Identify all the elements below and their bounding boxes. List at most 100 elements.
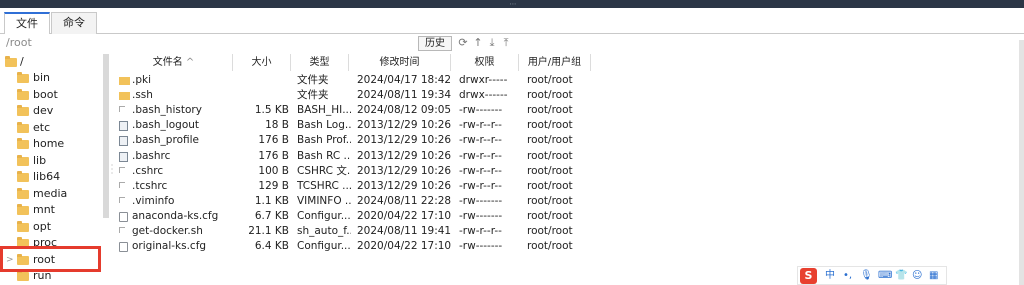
file-name: .bashrc bbox=[132, 149, 171, 162]
column-header-size[interactable]: 大小 bbox=[233, 54, 291, 71]
file-size: 1.5 KB bbox=[254, 104, 289, 117]
file-owner: root/root bbox=[527, 225, 573, 237]
column-header-permissions[interactable]: 权限 bbox=[451, 54, 519, 71]
file-name: anaconda-ks.cfg bbox=[132, 209, 219, 222]
shirt-skin-icon[interactable]: 👕 bbox=[895, 269, 907, 283]
file-row[interactable]: .bash_logout 18 B Bash Log... 2013/12/29 10… bbox=[115, 118, 595, 133]
tab-files[interactable]: 文件 bbox=[4, 12, 50, 35]
tree-item-home[interactable]: home bbox=[0, 136, 103, 152]
file-row[interactable]: .pki 文件夹 2024/04/17 18:42 drwxr----- root/ro… bbox=[115, 73, 595, 88]
column-header-name[interactable]: 文件名 ^ bbox=[115, 54, 233, 71]
tab-bar: 文件 命令 bbox=[0, 8, 1024, 35]
file-size: 176 B bbox=[258, 149, 289, 162]
file-row[interactable]: .ssh 文件夹 2024/08/11 19:34 drwx------ root/ro… bbox=[115, 88, 595, 103]
file-permissions: -rw-r--r-- bbox=[459, 119, 502, 132]
grip-icon[interactable]: ⋯ bbox=[508, 1, 518, 8]
file-mtime: 2013/12/29 10:26 bbox=[357, 179, 452, 192]
tree-item-label: mnt bbox=[33, 203, 55, 216]
tab-commands[interactable]: 命令 bbox=[51, 12, 97, 34]
tree-item-label: home bbox=[33, 137, 65, 150]
refresh-icon[interactable]: ⟳ bbox=[457, 37, 469, 49]
file-size: 21.1 KB bbox=[248, 225, 289, 237]
file-row[interactable]: .tcshrc 129 B TCSHRC ... 2013/12/29 10:26 -r… bbox=[115, 179, 595, 194]
file-row[interactable]: .bash_history 1.5 KB BASH_HI... 2024/08/12 … bbox=[115, 103, 595, 118]
file-type: VIMINFO ... bbox=[297, 194, 351, 207]
file-row[interactable]: .bash_profile 176 B Bash Prof... 2013/12/29… bbox=[115, 133, 595, 148]
file-row[interactable]: original-ks.cfg 6.4 KB Configur... 2020/04/… bbox=[115, 239, 595, 254]
download-icon[interactable]: ⤓ bbox=[486, 37, 498, 49]
file-permissions: -rw-r--r-- bbox=[459, 134, 502, 147]
file-size: 6.4 KB bbox=[254, 240, 289, 253]
file-name: .pki bbox=[132, 74, 152, 86]
script-file-icon bbox=[119, 151, 128, 162]
file-permissions: -rw-r--r-- bbox=[459, 179, 502, 192]
file-name: .viminfo bbox=[132, 194, 175, 207]
tree-item-bin[interactable]: bin bbox=[0, 70, 103, 86]
microphone-icon[interactable]: 🎙 bbox=[860, 269, 873, 283]
column-header-owner[interactable]: 用户/用户组 bbox=[519, 54, 591, 71]
tree-item-opt[interactable]: opt bbox=[0, 219, 103, 235]
file-mtime: 2024/08/12 09:05 bbox=[357, 104, 452, 117]
history-button[interactable]: 历史 bbox=[418, 36, 452, 51]
tree-item-label: media bbox=[33, 186, 68, 200]
file-size: 100 B bbox=[258, 164, 289, 177]
text-file-icon bbox=[119, 106, 125, 113]
config-file-icon bbox=[119, 242, 128, 253]
sogou-logo-icon[interactable]: S bbox=[800, 268, 817, 284]
file-type: 文件夹 bbox=[297, 74, 329, 86]
file-owner: root/root bbox=[527, 104, 573, 117]
tree-item-lib[interactable]: lib bbox=[0, 153, 103, 169]
tree-item-label: boot bbox=[33, 87, 58, 101]
file-size: 6.7 KB bbox=[254, 209, 289, 222]
tree-item-label: lib bbox=[33, 153, 47, 167]
file-row[interactable]: .bashrc 176 B Bash RC ... 2013/12/29 10:26-… bbox=[115, 149, 595, 164]
file-size: 129 B bbox=[258, 179, 289, 192]
file-owner: root/root bbox=[527, 209, 573, 222]
config-file-icon bbox=[119, 211, 128, 222]
up-arrow-icon[interactable]: ↑ bbox=[472, 37, 484, 49]
script-file-icon bbox=[119, 136, 128, 147]
file-mtime: 2013/12/29 10:26 bbox=[357, 134, 452, 147]
file-row[interactable]: get-docker.sh 21.1 KB sh_auto_f... 2024/08/… bbox=[115, 224, 595, 239]
file-permissions: -rw-r--r-- bbox=[459, 225, 502, 237]
punctuation-icon[interactable]: •, bbox=[843, 269, 852, 283]
tree-item-media[interactable]: media bbox=[0, 186, 103, 202]
selection-highlight-box bbox=[0, 246, 101, 272]
folder-icon bbox=[17, 154, 29, 166]
file-row[interactable]: anaconda-ks.cfg 6.7 KB Configur... 2020/04/… bbox=[115, 209, 595, 224]
tree-item-etc[interactable]: etc bbox=[0, 120, 103, 136]
file-owner: root/root bbox=[527, 179, 573, 192]
column-header-mtime[interactable]: 修改时间 bbox=[349, 54, 451, 71]
file-row[interactable]: .viminfo 1.1 KB VIMINFO ... 2024/08/11 22:2… bbox=[115, 194, 595, 209]
tree-item-lib64[interactable]: lib64 bbox=[0, 169, 103, 185]
folder-icon bbox=[119, 92, 130, 101]
tree-item-mnt[interactable]: mnt bbox=[0, 202, 103, 218]
file-permissions: -rw------- bbox=[459, 240, 503, 253]
file-row[interactable]: .cshrc 100 B CSHRC 文... 2013/12/29 10:26 -rw… bbox=[115, 164, 595, 179]
file-type: Bash Prof... bbox=[297, 134, 351, 147]
file-owner: root/root bbox=[527, 119, 573, 132]
emoji-icon[interactable]: ☺ bbox=[912, 269, 922, 283]
file-list: 文件名 ^ 大小 类型 修改时间 权限 用户/用户组 .pki 文件夹 2024/0… bbox=[115, 54, 1024, 285]
file-size: 176 B bbox=[258, 134, 289, 147]
keyboard-icon[interactable]: ⌨ bbox=[878, 269, 892, 283]
tree-item-dev[interactable]: dev bbox=[0, 103, 103, 119]
file-mtime: 2024/04/17 18:42 bbox=[357, 74, 452, 86]
path-bar: /root 历史 ⟳ ↑ ⤓ ⤒ bbox=[0, 34, 1024, 52]
grid-menu-icon[interactable]: ▦ bbox=[929, 269, 938, 283]
file-name: .cshrc bbox=[132, 164, 164, 177]
file-type: sh_auto_f... bbox=[297, 225, 351, 237]
right-scrollbar[interactable] bbox=[1019, 40, 1024, 285]
upload-icon[interactable]: ⤒ bbox=[500, 37, 512, 49]
tree-item-root-dir[interactable]: / bbox=[0, 54, 103, 70]
file-permissions: -rw------- bbox=[459, 104, 503, 117]
column-header-type[interactable]: 类型 bbox=[291, 54, 349, 71]
tree-item-boot[interactable]: boot bbox=[0, 87, 103, 103]
path-input[interactable]: /root bbox=[6, 36, 32, 49]
file-name: original-ks.cfg bbox=[132, 240, 207, 253]
file-mtime: 2013/12/29 10:26 bbox=[357, 119, 452, 132]
text-file-icon bbox=[119, 196, 125, 203]
ime-language-toggle[interactable]: 中 bbox=[825, 269, 835, 283]
folder-icon bbox=[17, 105, 29, 116]
file-type: 文件夹 bbox=[297, 89, 329, 102]
